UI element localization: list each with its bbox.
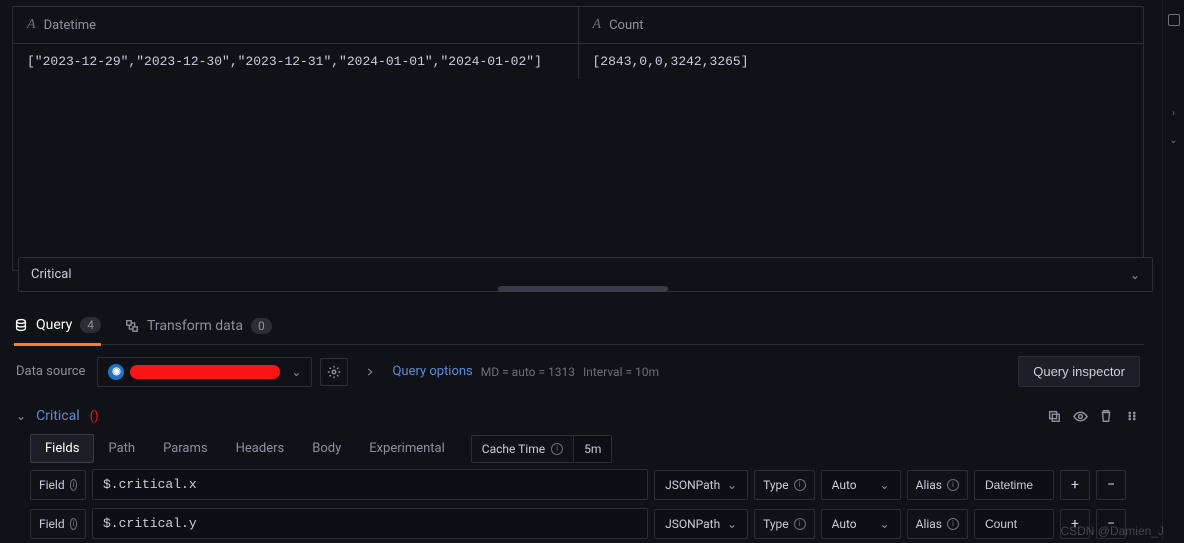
info-icon[interactable]: i (794, 518, 806, 530)
column-header-label: Datetime (44, 18, 96, 33)
delete-query-button[interactable] (1098, 408, 1114, 424)
field-lang-select[interactable]: JSONPath⌄ (654, 470, 748, 500)
field-label: Fieldi (30, 470, 86, 500)
tab-count-badge: 4 (80, 317, 101, 333)
add-field-button[interactable]: + (1060, 470, 1090, 500)
field-type-select[interactable]: Auto⌄ (821, 509, 901, 539)
query-block-header: ⌄ Critical () (12, 398, 1144, 432)
query-md-info: MD = auto = 1313 (481, 365, 575, 379)
chevron-down-icon: ⌄ (727, 517, 737, 531)
field-row: Fieldi JSONPath⌄ Typei Auto⌄ Aliasi + − (12, 465, 1144, 504)
query-name-label: Critical (31, 267, 71, 282)
field-type-select[interactable]: Auto⌄ (821, 470, 901, 500)
subtab-body[interactable]: Body (298, 435, 355, 462)
info-icon[interactable]: i (947, 518, 959, 530)
column-header-datetime[interactable]: A Datetime (13, 7, 579, 43)
subtab-fields[interactable]: Fields (30, 434, 94, 463)
datasource-logo-icon: ◉ (108, 364, 124, 380)
tab-query[interactable]: Query 4 (14, 317, 101, 346)
table-row: ["2023-12-29","2023-12-30","2023-12-31",… (13, 44, 1143, 79)
query-subtabs: Fields Path Params Headers Body Experime… (12, 432, 1144, 465)
cell-datetime[interactable]: ["2023-12-29","2023-12-30","2023-12-31",… (13, 44, 579, 79)
chevron-down-icon: ⌄ (880, 478, 890, 492)
type-label: Typei (754, 509, 815, 539)
chevron-down-icon: ⌄ (1130, 268, 1140, 282)
chevron-down-icon: ⌄ (727, 478, 737, 492)
alias-label: Aliasi (907, 470, 968, 500)
info-icon[interactable]: i (794, 479, 806, 491)
datasource-settings-button[interactable] (320, 358, 348, 386)
expand-options-button[interactable] (356, 358, 384, 386)
info-icon[interactable]: i (70, 479, 77, 491)
table-header-row: A Datetime A Count (13, 7, 1143, 44)
info-icon[interactable]: i (70, 518, 77, 530)
chevron-right-icon[interactable]: › (1172, 108, 1175, 119)
collapse-toggle[interactable]: ⌄ (16, 409, 26, 423)
query-ref-name[interactable]: Critical (36, 408, 80, 424)
text-type-icon: A (593, 17, 602, 33)
redacted-text (130, 365, 280, 379)
results-table: A Datetime A Count ["2023-12-29","2023-1… (12, 6, 1144, 271)
subtab-path[interactable]: Path (94, 435, 149, 462)
right-side-strip: › ⌄ (1162, 0, 1184, 540)
cell-count[interactable]: [2843,0,0,3242,3265] (579, 44, 1144, 79)
field-expression-input[interactable] (92, 508, 648, 539)
column-header-count[interactable]: A Count (579, 7, 1144, 43)
type-label: Typei (754, 470, 815, 500)
remove-field-button[interactable]: − (1096, 470, 1126, 500)
subtab-experimental[interactable]: Experimental (355, 435, 459, 462)
tab-transform[interactable]: Transform data 0 (125, 318, 272, 344)
tab-label: Query (36, 317, 72, 333)
datasource-picker[interactable]: ◉ ⌄ (97, 357, 312, 387)
chevron-down-icon: ⌄ (291, 365, 301, 379)
info-icon[interactable]: i (947, 479, 959, 491)
watermark-text: CSDN @Damien_J (1060, 524, 1164, 538)
tab-count-badge: 0 (251, 318, 272, 334)
datasource-row: Data source ◉ ⌄ Query options MD = auto … (12, 345, 1144, 398)
query-options-link[interactable]: Query options (392, 364, 472, 379)
datasource-label: Data source (16, 364, 85, 379)
duplicate-query-button[interactable] (1046, 408, 1062, 424)
editor-tabs: Query 4 Transform data 0 (12, 305, 1144, 345)
subtab-params[interactable]: Params (149, 435, 222, 462)
chevron-down-icon[interactable]: ⌄ (1169, 135, 1177, 146)
field-lang-select[interactable]: JSONPath⌄ (654, 509, 748, 539)
info-icon[interactable]: i (551, 443, 563, 455)
tab-label: Transform data (147, 318, 243, 334)
field-alias-input[interactable] (974, 470, 1054, 500)
field-expression-input[interactable] (92, 469, 648, 500)
transform-icon (125, 319, 139, 333)
database-icon (14, 318, 28, 332)
query-inspector-button[interactable]: Query inspector (1018, 356, 1140, 387)
redacted-text: () (90, 409, 99, 424)
cache-time-label: Cache Time i (471, 435, 574, 463)
field-label: Fieldi (30, 509, 86, 539)
drag-handle-icon[interactable] (1124, 408, 1140, 424)
toggle-visibility-button[interactable] (1072, 408, 1088, 424)
cache-time-input[interactable]: 5m (574, 435, 612, 463)
text-type-icon: A (27, 17, 36, 33)
query-actions (1046, 408, 1140, 424)
query-interval-info: Interval = 10m (583, 365, 659, 379)
subtab-headers[interactable]: Headers (222, 435, 299, 462)
panel-icon[interactable] (1168, 14, 1180, 26)
chevron-down-icon: ⌄ (880, 517, 890, 531)
column-header-label: Count (609, 18, 643, 33)
field-row: Fieldi JSONPath⌄ Typei Auto⌄ Aliasi + − (12, 504, 1144, 543)
alias-label: Aliasi (907, 509, 968, 539)
field-alias-input[interactable] (974, 509, 1054, 539)
horizontal-scrollbar-thumb[interactable] (498, 286, 668, 292)
